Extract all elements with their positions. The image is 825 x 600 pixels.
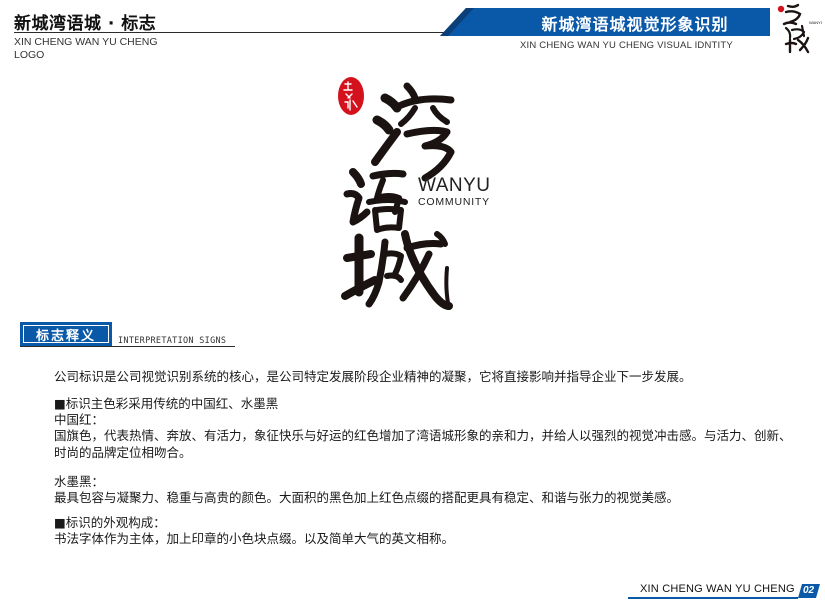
calligraphy-yu	[343, 168, 408, 233]
footer-brand-text: XIN CHENG WAN YU CHENG	[640, 583, 795, 595]
banner-title: 新城湾语城视觉形象识别	[541, 15, 729, 34]
body-paragraph-intro: 公司标识是公司视觉识别系统的核心，是公司特定发展阶段企业精神的凝聚，它将直接影响…	[54, 369, 692, 384]
page-subtitle-line2: LOGO	[14, 49, 45, 61]
body-heading-colors: ■标识主色彩采用传统的中国红、水墨黑	[54, 396, 279, 411]
corner-seal-icon	[777, 5, 785, 13]
footer-rule	[628, 597, 798, 599]
body-label-china-red: 中国红：	[54, 412, 105, 427]
section-divider	[20, 346, 235, 347]
section-subtitle: INTERPRETATION SIGNS	[118, 336, 227, 346]
header-divider	[14, 32, 450, 33]
page-subtitle-line1: XIN CHENG WAN YU CHENG	[14, 36, 158, 48]
body-label-ink-black: 水墨黑：	[54, 474, 105, 489]
page-title: 新城湾语城 · 标志	[14, 14, 157, 34]
body-paragraph-composition: 书法字体作为主体，加上印章的小色块点缀。以及简单大气的英文相称。	[54, 531, 455, 546]
banner-subtitle: XIN CHENG WAN YU CHENG VISUAL IDNTITY	[520, 40, 733, 51]
corner-logo-english: WANYU	[809, 20, 822, 25]
corner-logo: WANYU	[777, 3, 822, 54]
body-paragraph-china-red: 国旗色，代表热情、奔放、有活力，象征快乐与好运的红色增加了湾语城形象的亲和力，并…	[54, 428, 792, 460]
calligraphy-cheng	[341, 230, 453, 310]
logo-english-community: COMMUNITY	[418, 196, 490, 208]
section-title: 标志释义	[35, 329, 96, 344]
page-number: 02	[803, 585, 815, 596]
body-paragraph-ink-black: 最具包容与凝聚力、稳重与高贵的颜色。大面积的黑色加上红色点缀的搭配更具有稳定、和…	[54, 490, 680, 505]
seal-icon	[338, 77, 364, 115]
body-heading-composition: ■标识的外观构成：	[54, 515, 166, 530]
calligraphy-wan	[371, 82, 455, 182]
logo-english-wanyu: WANYU	[418, 175, 491, 196]
